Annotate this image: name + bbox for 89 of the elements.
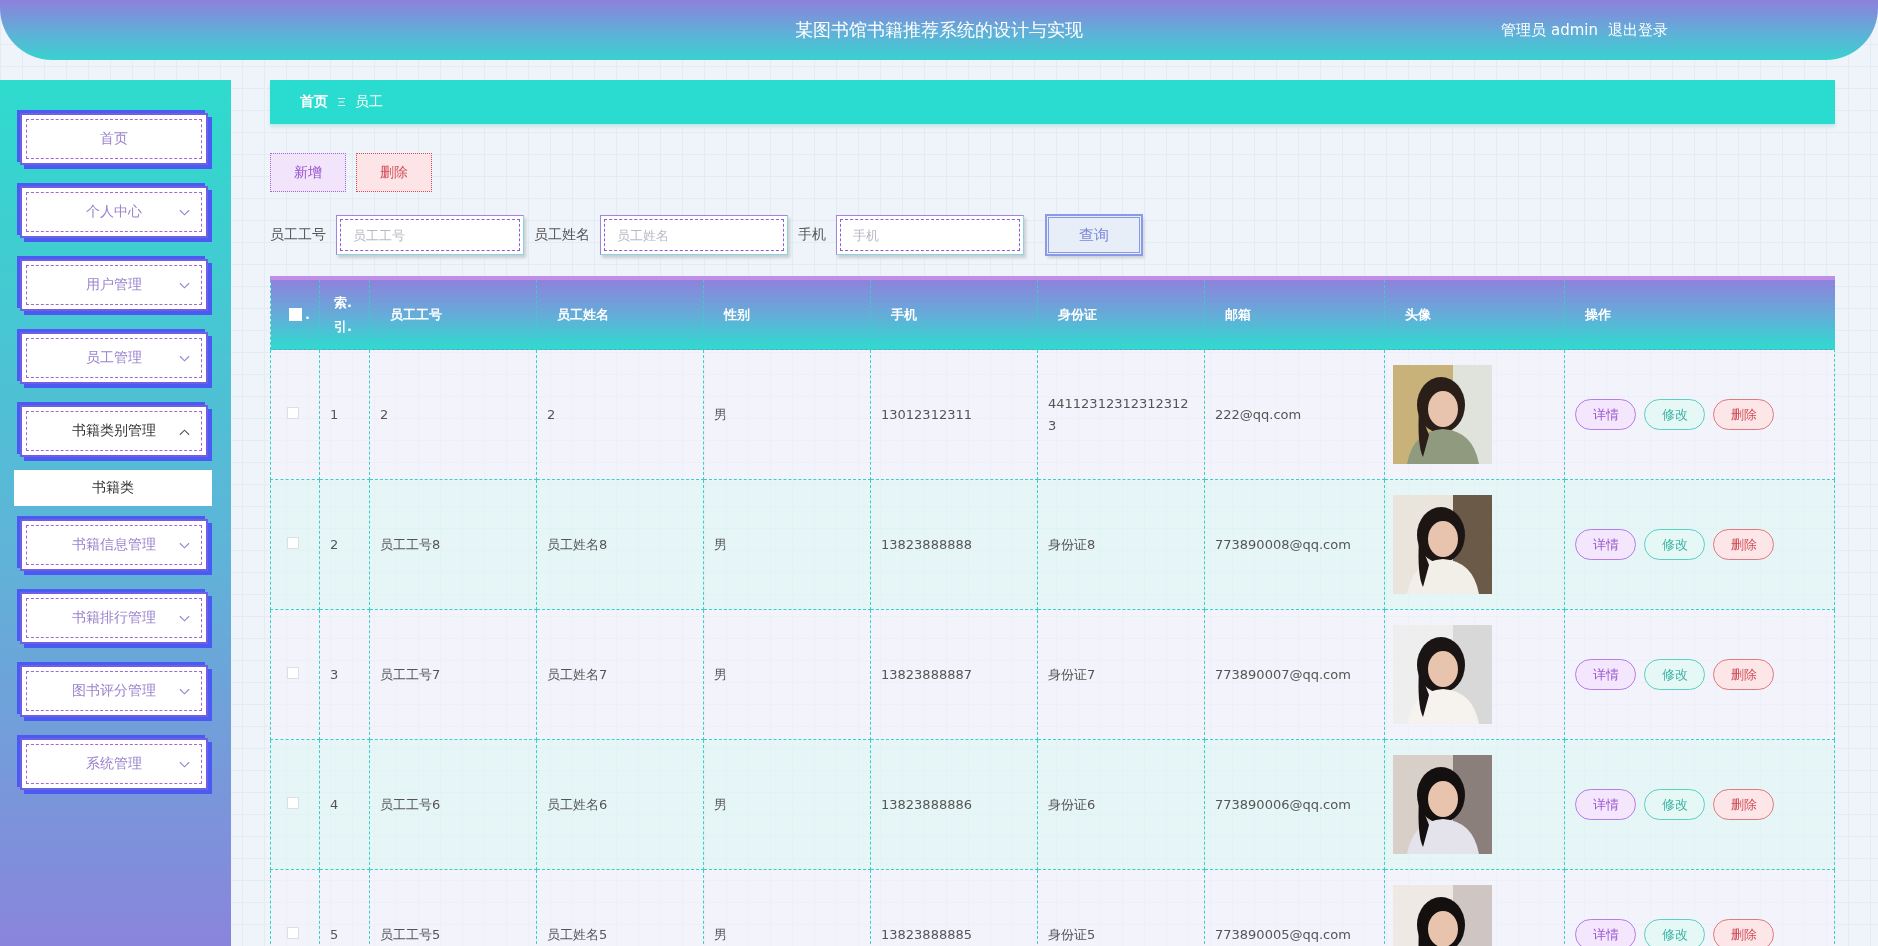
chevron-icon — [179, 209, 190, 217]
row-checkbox[interactable] — [287, 667, 299, 679]
table-cell: 员工工号8 — [369, 479, 537, 610]
edit-button[interactable]: 修改 — [1644, 789, 1705, 820]
table-cell: 男 — [703, 739, 871, 870]
edit-button[interactable]: 修改 — [1644, 659, 1705, 690]
header-text: . — [305, 307, 310, 322]
delete-button[interactable]: 删除 — [1713, 529, 1774, 560]
search-button[interactable]: 查询 — [1046, 215, 1142, 255]
chevron-icon — [179, 542, 190, 550]
table-cell: 13823888885 — [870, 869, 1038, 946]
delete-button[interactable]: 删除 — [1713, 919, 1774, 946]
user-label: 管理员 admin — [1501, 20, 1598, 40]
column-header: 手机 — [870, 280, 1038, 350]
table-cell: 男 — [703, 609, 871, 740]
field-label: 员工姓名 — [534, 226, 590, 244]
column-header: 索.引. — [319, 280, 370, 350]
table-cell: 员工工号5 — [369, 869, 537, 946]
table-cell: 13823888886 — [870, 739, 1038, 870]
detail-button[interactable]: 详情 — [1575, 919, 1636, 946]
table-cell: 身份证7 — [1037, 609, 1205, 740]
column-header: 邮箱 — [1204, 280, 1385, 350]
table-cell: 441123123123123123 — [1037, 349, 1205, 480]
table-cell: 2 — [369, 349, 537, 480]
field-label: 员工工号 — [270, 226, 326, 244]
detail-button[interactable]: 详情 — [1575, 529, 1636, 560]
row-checkbox[interactable] — [287, 797, 299, 809]
add-button[interactable]: 新增 — [270, 153, 346, 192]
table-cell: 773890007@qq.com — [1204, 609, 1385, 740]
table-cell: 身份证6 — [1037, 739, 1205, 870]
chevron-icon — [179, 355, 190, 363]
edit-button[interactable]: 修改 — [1644, 919, 1705, 946]
edit-button[interactable]: 修改 — [1644, 399, 1705, 430]
delete-button[interactable]: 删除 — [1713, 789, 1774, 820]
table-cell: 222@qq.com — [1204, 349, 1385, 480]
table-cell: 773890006@qq.com — [1204, 739, 1385, 870]
column-header: 操作 — [1564, 280, 1835, 350]
delete-button[interactable]: 删除 — [356, 153, 432, 192]
column-header: 员工工号 — [369, 280, 537, 350]
table-cell: 员工姓名5 — [536, 869, 704, 946]
search-field[interactable]: 员工姓名 — [600, 215, 788, 255]
table-cell: 5 — [319, 869, 370, 946]
table-cell: 男 — [703, 349, 871, 480]
chevron-icon — [179, 615, 190, 623]
table-cell: 员工工号7 — [369, 609, 537, 740]
row-checkbox[interactable] — [287, 407, 299, 419]
detail-button[interactable]: 详情 — [1575, 789, 1636, 820]
separator-icon — [338, 97, 345, 107]
table-cell: 773890008@qq.com — [1204, 479, 1385, 610]
table-cell: 男 — [703, 479, 871, 610]
detail-button[interactable]: 详情 — [1575, 399, 1636, 430]
chevron-icon — [179, 282, 190, 290]
chevron-icon — [179, 428, 190, 436]
column-header: 身份证 — [1037, 280, 1205, 350]
submenu-item[interactable]: 书籍类 — [14, 470, 212, 506]
edit-button[interactable]: 修改 — [1644, 529, 1705, 560]
column-header: 性别 — [703, 280, 871, 350]
table-cell: 员工姓名6 — [536, 739, 704, 870]
column-header: 头像 — [1384, 280, 1565, 350]
row-checkbox[interactable] — [287, 537, 299, 549]
table-cell: 13823888888 — [870, 479, 1038, 610]
column-header: 员工姓名 — [536, 280, 704, 350]
search-field[interactable]: 手机 — [836, 215, 1024, 255]
delete-button[interactable]: 删除 — [1713, 399, 1774, 430]
table-cell: 13823888887 — [870, 609, 1038, 740]
chevron-icon — [179, 761, 190, 769]
table-cell: 员工姓名7 — [536, 609, 704, 740]
table-cell: 员工姓名8 — [536, 479, 704, 610]
table-cell: 3 — [319, 609, 370, 740]
table-cell: 2 — [536, 349, 704, 480]
table-cell: 13012312311 — [870, 349, 1038, 480]
row-checkbox[interactable] — [287, 927, 299, 939]
table-cell: 员工工号6 — [369, 739, 537, 870]
search-field[interactable]: 员工工号 — [336, 215, 524, 255]
table-cell: 1 — [319, 349, 370, 480]
table-cell: 男 — [703, 869, 871, 946]
table-cell: 2 — [319, 479, 370, 610]
table-cell: 身份证8 — [1037, 479, 1205, 610]
detail-button[interactable]: 详情 — [1575, 659, 1636, 690]
chevron-icon — [179, 688, 190, 696]
table-cell: 身份证5 — [1037, 869, 1205, 946]
breadcrumb-item: 员工 — [355, 93, 383, 111]
select-all-checkbox[interactable] — [289, 308, 302, 321]
logout-link[interactable]: 退出登录 — [1608, 20, 1668, 40]
table-cell: 773890005@qq.com — [1204, 869, 1385, 946]
app-title: 某图书馆书籍推荐系统的设计与实现 — [795, 18, 1083, 42]
table-cell: 4 — [319, 739, 370, 870]
delete-button[interactable]: 删除 — [1713, 659, 1774, 690]
field-label: 手机 — [798, 226, 826, 244]
